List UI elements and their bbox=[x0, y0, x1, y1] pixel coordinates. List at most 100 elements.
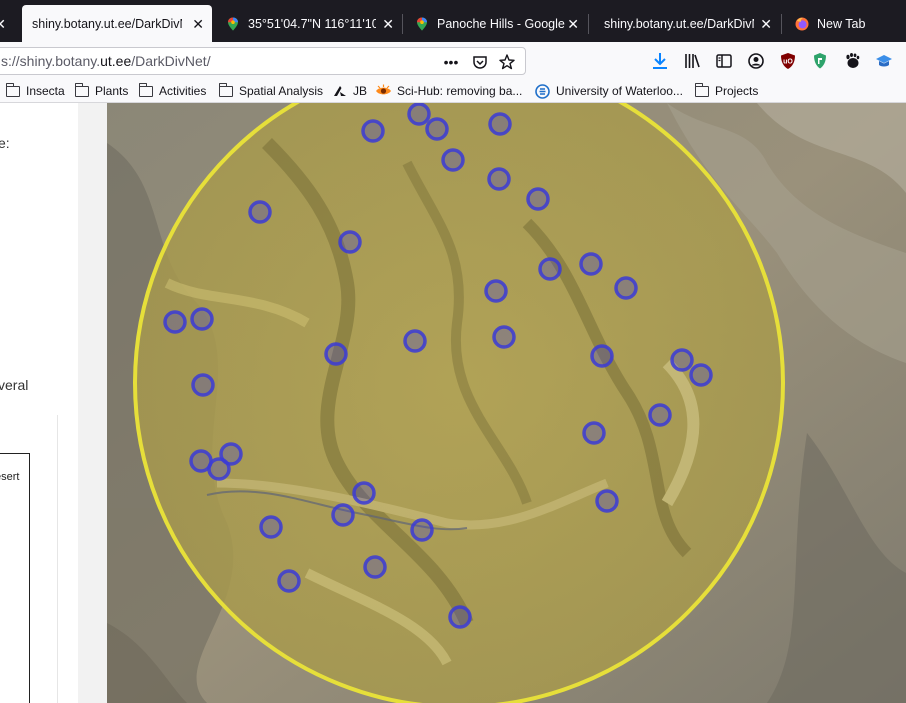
bookmark-label: Spatial Analysis bbox=[239, 84, 324, 98]
url-bar[interactable]: s://shiny.botany.ut.ee/DarkDivNet/ ••• bbox=[0, 47, 526, 75]
bookmark-folder-insecta[interactable]: Insecta bbox=[6, 82, 65, 100]
occurrence-marker[interactable] bbox=[363, 555, 387, 579]
left-panel: e: veral esert bbox=[0, 103, 107, 703]
bookmark-scihub[interactable]: Sci-Hub: removing ba... bbox=[375, 82, 522, 100]
ublock-origin-icon[interactable]: uO bbox=[778, 51, 798, 71]
occurrence-marker[interactable] bbox=[487, 167, 511, 191]
google-maps-pin-icon bbox=[228, 17, 238, 31]
occurrence-marker[interactable] bbox=[614, 276, 638, 300]
bookmark-jb[interactable]: JB bbox=[332, 82, 367, 100]
firefox-icon bbox=[795, 17, 809, 31]
bookmark-folder-plants[interactable]: Plants bbox=[75, 82, 128, 100]
tab-title: 35°51'04.7"N 116°11'10.1 bbox=[248, 17, 376, 31]
bookmark-star-icon[interactable] bbox=[497, 52, 517, 72]
occurrence-marker[interactable] bbox=[324, 342, 348, 366]
occurrence-marker[interactable] bbox=[331, 503, 355, 527]
extension-graduation-icon[interactable] bbox=[874, 51, 894, 71]
close-tab-icon[interactable]: ✕ bbox=[192, 17, 204, 31]
tab-separator bbox=[781, 14, 782, 34]
occurrence-marker[interactable] bbox=[163, 310, 187, 334]
library-icon[interactable] bbox=[682, 51, 702, 71]
bookmark-label: Plants bbox=[95, 84, 129, 98]
google-maps-pin-icon bbox=[417, 17, 427, 31]
tab-new-tab[interactable]: New Tab bbox=[785, 7, 906, 41]
occurrence-marker[interactable] bbox=[410, 518, 434, 542]
occurrence-marker[interactable] bbox=[407, 103, 431, 126]
tab-active[interactable]: shiny.botany.ut.ee/DarkDivN ✕ bbox=[22, 5, 212, 43]
tab-title: Panoche Hills - Google M bbox=[437, 17, 567, 31]
close-tab-icon[interactable]: ✕ bbox=[567, 17, 579, 31]
downloads-icon[interactable] bbox=[650, 51, 670, 71]
plot-label-fragment: esert bbox=[0, 471, 20, 483]
occurrence-marker[interactable] bbox=[488, 112, 512, 136]
page-actions-menu-icon[interactable]: ••• bbox=[441, 52, 461, 72]
occurrence-marker[interactable] bbox=[448, 605, 472, 629]
bookmark-label: JB bbox=[353, 84, 368, 98]
bookmark-label: Activities bbox=[159, 84, 207, 98]
close-tab-icon[interactable]: ✕ bbox=[0, 17, 6, 31]
occurrence-marker[interactable] bbox=[590, 344, 614, 368]
waterloo-icon bbox=[535, 83, 550, 99]
page-content: e: veral esert bbox=[0, 103, 906, 703]
occurrence-marker[interactable] bbox=[526, 187, 550, 211]
occurrence-marker[interactable] bbox=[441, 148, 465, 172]
bookmark-label: Insecta bbox=[26, 84, 65, 98]
jb-icon bbox=[334, 86, 346, 96]
bookmark-folder-spatial-analysis[interactable]: Spatial Analysis bbox=[219, 82, 323, 100]
bookmarks-toolbar: Insecta Plants Activities Spatial Analys… bbox=[0, 78, 906, 103]
tab-separator bbox=[402, 14, 403, 34]
occurrence-marker[interactable] bbox=[191, 373, 215, 397]
occurrence-marker[interactable] bbox=[403, 329, 427, 353]
tab-darkdivnet-2[interactable]: shiny.botany.ut.ee/DarkDivN ✕ bbox=[592, 7, 780, 41]
occurrence-marker[interactable] bbox=[425, 117, 449, 141]
account-icon[interactable] bbox=[746, 51, 766, 71]
map-canvas[interactable] bbox=[107, 103, 906, 703]
occurrence-marker[interactable] bbox=[248, 200, 272, 224]
sidebar-text-fragment: veral bbox=[0, 377, 29, 393]
navigation-bar: s://shiny.botany.ut.ee/DarkDivNet/ ••• u… bbox=[0, 42, 906, 78]
occurrence-marker[interactable] bbox=[338, 230, 362, 254]
folder-icon bbox=[75, 82, 89, 97]
bookmark-folder-projects[interactable]: Projects bbox=[695, 82, 758, 100]
bookmark-label: University of Waterloo... bbox=[556, 84, 683, 98]
gnome-extension-icon[interactable] bbox=[842, 51, 862, 71]
tab-partial[interactable]: ✕ bbox=[0, 7, 12, 41]
occurrence-marker[interactable] bbox=[484, 279, 508, 303]
satellite-map[interactable] bbox=[107, 103, 906, 703]
bookmark-label: Projects bbox=[715, 84, 759, 98]
bookmark-waterloo[interactable]: University of Waterloo... bbox=[535, 82, 683, 100]
close-tab-icon[interactable]: ✕ bbox=[382, 17, 394, 31]
sidebar-toggle-icon[interactable] bbox=[714, 51, 734, 71]
bookmark-folder-activities[interactable]: Activities bbox=[139, 82, 206, 100]
privacy-shield-icon[interactable] bbox=[810, 51, 830, 71]
pocket-icon[interactable] bbox=[470, 52, 490, 72]
occurrence-marker[interactable] bbox=[361, 119, 385, 143]
tab-separator bbox=[588, 14, 589, 34]
sidebar-plot-frame: esert bbox=[0, 453, 30, 703]
tab-panoche-hills[interactable]: Panoche Hills - Google M ✕ bbox=[405, 7, 587, 41]
occurrence-marker[interactable] bbox=[259, 515, 283, 539]
occurrence-marker[interactable] bbox=[582, 421, 606, 445]
bookmark-label: Sci-Hub: removing ba... bbox=[397, 84, 523, 98]
svg-text:uO: uO bbox=[783, 59, 793, 66]
occurrence-marker[interactable] bbox=[492, 325, 516, 349]
tab-coordinates[interactable]: 35°51'04.7"N 116°11'10.1 ✕ bbox=[216, 7, 402, 41]
occurrence-marker[interactable] bbox=[595, 489, 619, 513]
occurrence-marker[interactable] bbox=[207, 457, 231, 481]
sidebar-text-fragment: e: bbox=[0, 135, 10, 151]
occurrence-marker[interactable] bbox=[689, 363, 713, 387]
occurrence-marker[interactable] bbox=[648, 403, 672, 427]
occurrence-marker[interactable] bbox=[579, 252, 603, 276]
folder-icon bbox=[695, 82, 709, 97]
occurrence-marker[interactable] bbox=[538, 257, 562, 281]
tab-title: New Tab bbox=[817, 17, 866, 31]
url-text[interactable]: s://shiny.botany.ut.ee/DarkDivNet/ bbox=[1, 53, 211, 69]
occurrence-marker[interactable] bbox=[352, 481, 376, 505]
occurrence-marker[interactable] bbox=[277, 569, 301, 593]
occurrence-marker[interactable] bbox=[670, 348, 694, 372]
close-tab-icon[interactable]: ✕ bbox=[760, 17, 772, 31]
folder-icon bbox=[219, 82, 233, 97]
scihub-eye-icon bbox=[376, 84, 391, 95]
occurrence-marker[interactable] bbox=[190, 307, 214, 331]
folder-icon bbox=[139, 82, 153, 97]
